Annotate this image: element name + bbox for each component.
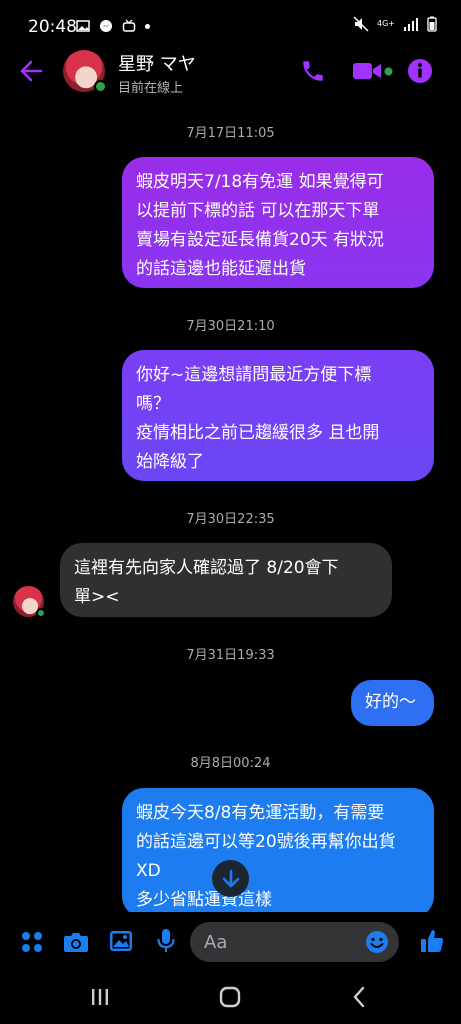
video-icon[interactable] — [352, 60, 382, 82]
system-navigation-bar — [0, 972, 461, 1024]
presence-status: 目前在線上 — [118, 81, 184, 96]
like-icon[interactable] — [420, 928, 444, 954]
message-input[interactable]: Aa — [190, 922, 399, 962]
tv-notification-icon — [122, 19, 136, 32]
outgoing-message-bubble[interactable]: 蝦皮明天7/18有免運 如果覺得可 以提前下標的話 可以在那天下單 賣場有設定延… — [122, 157, 434, 288]
outgoing-message-bubble[interactable]: 你好~這邊想請問最近方便下標 嗎？ 疫情相比之前已趨緩很多 且也開 始降級了 — [122, 350, 434, 481]
recent-apps-icon[interactable] — [90, 988, 110, 1006]
message-timestamp: 7月30日22:35 — [186, 512, 275, 527]
message-timestamp: 7月30日21:10 — [186, 319, 275, 334]
message-timestamp: 7月31日19:33 — [186, 648, 275, 663]
messenger-notification-icon — [100, 20, 112, 32]
notification-icons — [76, 19, 150, 33]
conversation-header: 星野 マヤ 目前在線上 — [0, 46, 461, 102]
video-active-dot-icon — [384, 67, 393, 76]
status-bar: 20:48 4G+ — [0, 0, 461, 50]
signal-icon — [404, 18, 418, 31]
emoji-icon[interactable] — [365, 930, 389, 954]
phone-icon[interactable] — [300, 58, 326, 84]
battery-icon — [427, 16, 437, 32]
home-icon[interactable] — [219, 986, 241, 1008]
back-arrow-icon[interactable] — [18, 58, 44, 84]
message-timestamp: 8月8日00:24 — [190, 756, 271, 771]
menu-dots-icon[interactable] — [21, 931, 43, 953]
online-indicator — [94, 80, 107, 93]
network-type: 4G+ — [377, 19, 395, 28]
message-timestamp: 7月17日11:05 — [186, 126, 275, 141]
gallery-icon[interactable] — [109, 930, 133, 952]
scroll-to-bottom-button[interactable] — [212, 860, 249, 897]
mute-icon — [353, 16, 369, 32]
contact-name[interactable]: 星野 マヤ — [118, 50, 196, 76]
composer-bar: Aa — [0, 912, 461, 972]
contact-avatar[interactable] — [63, 50, 107, 93]
message-input-placeholder: Aa — [204, 932, 228, 953]
camera-icon[interactable] — [63, 931, 89, 953]
info-icon[interactable] — [407, 58, 433, 84]
status-time: 20:48 — [28, 17, 77, 37]
outgoing-message-bubble[interactable]: 蝦皮今天8/8有免運活動，有需要 的話這邊可以等20號後再幫你出貨 XD 多少省… — [122, 788, 434, 918]
outgoing-message-bubble[interactable]: 好的～ — [351, 680, 434, 726]
system-icons: 4G+ — [353, 16, 437, 32]
online-indicator — [36, 608, 46, 618]
dot-icon — [145, 23, 150, 29]
gallery-notification-icon — [76, 20, 90, 32]
back-nav-icon[interactable] — [352, 986, 366, 1008]
scroll-down-icon — [222, 869, 239, 887]
sender-avatar[interactable] — [13, 586, 46, 618]
mic-icon[interactable] — [156, 928, 176, 954]
incoming-message-bubble[interactable]: 這裡有先向家人確認過了 8/20會下 單>< — [60, 543, 392, 617]
